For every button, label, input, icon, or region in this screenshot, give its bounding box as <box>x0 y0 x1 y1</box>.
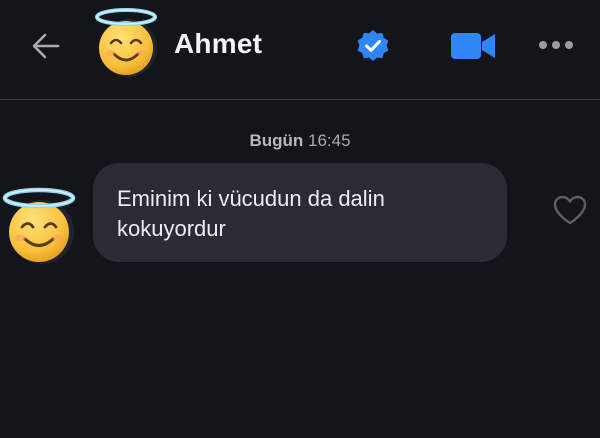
timestamp-time: 16:45 <box>308 131 351 150</box>
message-text: Eminim ki vücudun da dalin kokuyordur <box>117 186 385 241</box>
back-button[interactable] <box>28 30 64 62</box>
more-options-button[interactable] <box>538 38 574 52</box>
video-call-button[interactable] <box>449 31 497 61</box>
message-bubble[interactable]: Eminim ki vücudun da dalin kokuyordur <box>93 163 507 262</box>
video-camera-icon <box>451 33 495 59</box>
back-arrow-icon <box>32 33 60 59</box>
timestamp-day: Bugün <box>249 131 304 150</box>
heart-outline-icon <box>553 195 587 225</box>
message-timestamp: Bugün 16:45 <box>0 131 600 151</box>
like-message-button[interactable] <box>552 194 588 226</box>
halo-smiling-face-icon <box>95 8 157 77</box>
verified-badge-icon <box>357 30 389 61</box>
sender-avatar[interactable] <box>2 186 78 264</box>
chat-screen: Ahmet Bugün 16:45 Eminim ki vücudun da d… <box>0 0 600 438</box>
verified-badge <box>356 29 390 63</box>
halo-smiling-face-icon <box>2 187 76 264</box>
more-dots-icon <box>539 41 573 49</box>
contact-name[interactable]: Ahmet <box>174 28 262 60</box>
contact-avatar[interactable] <box>93 6 163 78</box>
chat-header: Ahmet <box>0 0 600 100</box>
